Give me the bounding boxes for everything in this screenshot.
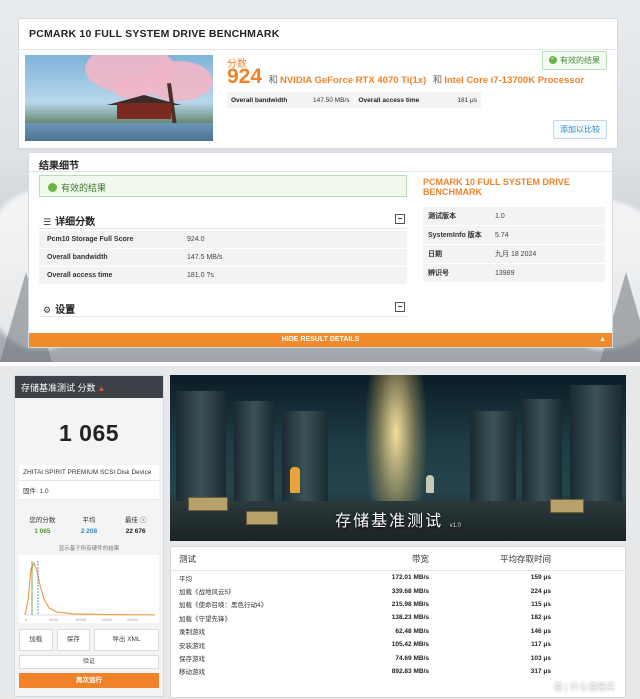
hide-result-details-button[interactable]: HIDE RESULT DETAILS ▲ xyxy=(29,333,612,347)
list-icon: ☰ xyxy=(43,217,52,227)
and-text: 和 xyxy=(268,75,279,86)
table-row: Overall access time 181.0 ?s xyxy=(39,267,407,285)
table-row: 平均 172.01 MB/s 159 μs xyxy=(179,574,551,583)
detailed-score-section[interactable]: ☰ 详细分数 − xyxy=(39,210,407,229)
add-to-compare-button[interactable]: 添加以比较 xyxy=(553,120,607,139)
benchmark-scene-image: 存储基准测试 v1.0 xyxy=(170,375,626,541)
score-comparison: 您的分数 1 065 平均 2 208 最佳 ⓘ 22 676 xyxy=(19,514,159,535)
save-button[interactable]: 保存 xyxy=(56,629,90,651)
table-row: SystemInfo 版本 5.74 xyxy=(423,226,605,245)
table-row: Pcm10 Storage Full Score 924.0 xyxy=(39,231,407,249)
score-line: 924 和 NVIDIA GeForce RTX 4070 Ti(1x) 和 Int… xyxy=(227,65,584,89)
chevron-up-icon: ▲ xyxy=(599,336,606,343)
watermark: 值 | 什么值得买 xyxy=(553,682,615,692)
score-table: Pcm10 Storage Full Score 924.0 Overall ba… xyxy=(39,231,407,285)
table-row: 加载《使命召唤：黑色行动4》 215.98 MB/s 115 μs xyxy=(179,600,551,610)
table-header: 测试 带宽 平均存取时间 xyxy=(171,547,625,571)
pcmark-result-panel: PCMARK 10 FULL SYSTEM DRIVE BENCHMARK 分数… xyxy=(0,0,640,362)
score-sidebar: 存储基准测试 分数 ▲ 1 065 ZHITAI SPIRIT PREMIUM S… xyxy=(14,375,164,697)
valid-result-banner: 有效的结果 xyxy=(39,175,407,197)
action-buttons: 加载 保存 导出 XML xyxy=(19,629,159,651)
metric-bandwidth: Overall bandwidth 147.50 MB/s xyxy=(227,92,355,108)
tick-label: 5000 xyxy=(49,618,58,622)
tick-label: 20000 xyxy=(127,618,138,622)
run-again-button[interactable]: 再次运行 xyxy=(19,673,159,688)
table-row: 录制游戏 62.48 MB/s 146 μs xyxy=(179,627,551,637)
warning-icon[interactable]: ▲ xyxy=(98,384,106,393)
show-all-results-link[interactable]: 显示基于所有硬件的结果 xyxy=(15,544,163,552)
device-name: ZHITAI SPIRIT PREMIUM SCSI Disk Device xyxy=(19,465,159,481)
section-title: 设置 xyxy=(55,305,76,316)
cpu-name[interactable]: Intel Core i7-13700K Processor xyxy=(444,75,584,86)
and-text: 和 xyxy=(432,75,443,86)
check-icon xyxy=(48,183,57,192)
metric-access-time: Overall access time 181 μs xyxy=(355,92,482,108)
table-body: 平均 172.01 MB/s 159 μs 加载《战地风云5》 339.68 MB/s… xyxy=(171,571,625,678)
scene-title: 存储基准测试 v1.0 xyxy=(335,513,461,530)
table-row: 加载《守望先锋》 138.23 MB/s 182 μs xyxy=(179,614,551,623)
best-score[interactable]: 最佳 ⓘ 22 676 xyxy=(112,514,159,535)
table-row: 辨识号 13989 xyxy=(423,264,605,283)
table-row: 测试版本 1.0 xyxy=(423,207,605,226)
table-row: 保存游戏 74.69 MB/s 103 μs xyxy=(179,654,551,664)
scene-version: v1.0 xyxy=(449,523,461,529)
column-header: 带宽 xyxy=(411,553,429,564)
tick-label: 0 xyxy=(25,618,27,622)
section-title: 详细分数 xyxy=(55,217,96,228)
metric-summary-row: Overall bandwidth 147.50 MB/s Overall acc… xyxy=(227,92,482,108)
system-info-table: 测试版本 1.0 SystemInfo 版本 5.74 日期 九月 18 2024 辨… xyxy=(423,207,605,283)
gpu-name[interactable]: NVIDIA GeForce RTX 4070 Ti(1x) xyxy=(280,75,426,86)
settings-section[interactable]: ⚙ 设置 − xyxy=(39,298,407,317)
benchmark-thumbnail xyxy=(25,55,213,141)
tick-label: 15000 xyxy=(101,618,112,622)
firmware-line: 固件: 1.0 xyxy=(19,481,159,500)
table-row: 安装游戏 105.42 MB/s 117 μs xyxy=(179,641,551,650)
valid-result-label: 有效的结果 xyxy=(560,56,600,65)
distribution-curve xyxy=(24,561,156,616)
hide-details-label: HIDE RESULT DETAILS xyxy=(281,336,360,343)
collapse-icon[interactable]: − xyxy=(395,302,405,312)
tick-label: 10000 xyxy=(75,618,86,622)
score-distribution-chart: 0 5000 10000 15000 20000 xyxy=(19,555,159,623)
score-value: 924 xyxy=(227,65,263,88)
verify-button[interactable]: 验证 xyxy=(19,655,159,669)
result-details-card: 结果细节 有效的结果 ☰ 详细分数 − Pcm10 Storage Full Sc… xyxy=(28,152,613,348)
storage-score: 1 065 xyxy=(58,420,120,446)
check-icon xyxy=(549,55,557,64)
table-row: Overall bandwidth 147.5 MB/s xyxy=(39,249,407,267)
score-header-label: 存储基准测试 分数 xyxy=(21,383,96,393)
table-row: 日期 九月 18 2024 xyxy=(423,245,605,264)
table-row: 移动游戏 892.83 MB/s 317 μs xyxy=(179,667,551,677)
average-score: 平均 2 208 xyxy=(80,517,98,535)
collapse-icon[interactable]: − xyxy=(395,214,405,224)
load-button[interactable]: 加载 xyxy=(19,629,53,651)
result-header-card: PCMARK 10 FULL SYSTEM DRIVE BENCHMARK 分数… xyxy=(18,18,618,149)
column-header: 测试 xyxy=(179,553,197,564)
3dmark-storage-panel: 存储基准测试 分数 ▲ 1 065 ZHITAI SPIRIT PREMIUM S… xyxy=(0,366,640,699)
details-heading: 结果细节 xyxy=(39,161,79,172)
valid-result-badge: 有效的结果 xyxy=(542,51,607,70)
results-table: 测试 带宽 平均存取时间 平均 172.01 MB/s 159 μs 加载《战地风云… xyxy=(170,546,626,698)
your-score: 您的分数 1 065 xyxy=(29,517,56,535)
score-header: 存储基准测试 分数 ▲ xyxy=(15,376,163,398)
export-xml-button[interactable]: 导出 XML xyxy=(94,629,159,651)
gear-icon: ⚙ xyxy=(43,305,52,315)
benchmark-title: PCMARK 10 FULL SYSTEM DRIVE BENCHMARK xyxy=(29,28,280,40)
column-header: 平均存取时间 xyxy=(499,553,551,564)
right-panel-title: PCMARK 10 FULL SYSTEM DRIVE BENCHMARK xyxy=(423,177,570,197)
table-row: 加载《战地风云5》 339.68 MB/s 224 μs xyxy=(179,587,551,597)
